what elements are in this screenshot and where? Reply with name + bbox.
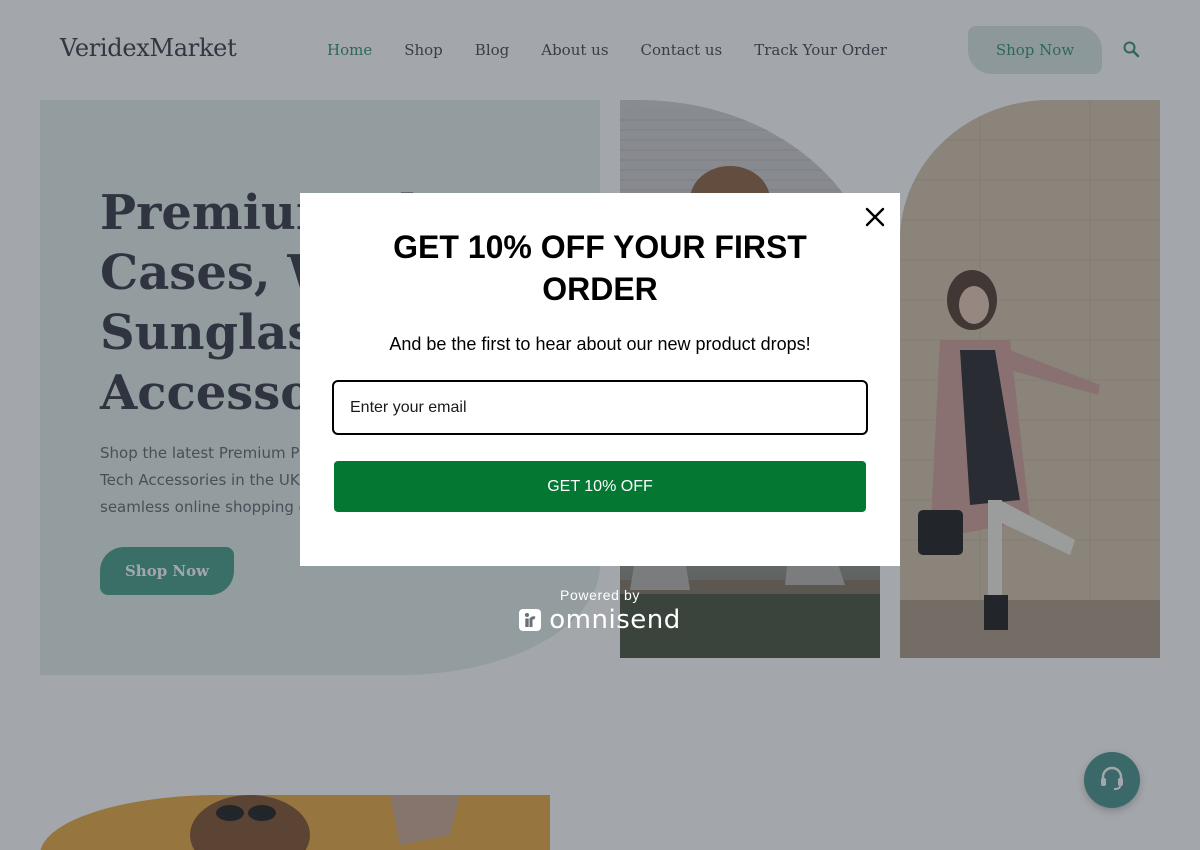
omnisend-brand[interactable]: omnisend: [500, 605, 700, 635]
email-input[interactable]: [332, 380, 868, 435]
get-discount-button[interactable]: GET 10% OFF: [334, 461, 866, 512]
popup-subtitle: And be the first to hear about our new p…: [389, 334, 811, 354]
omnisend-wordmark: omnisend: [549, 605, 681, 635]
omnisend-logo-icon: [519, 609, 542, 631]
discount-popup: GET 10% OFF YOUR FIRST ORDER And be the …: [300, 193, 900, 566]
powered-by: Powered by omnisend: [500, 587, 700, 635]
powered-by-label: Powered by: [560, 587, 640, 603]
popup-title: GET 10% OFF YOUR FIRST ORDER: [393, 229, 807, 307]
close-icon[interactable]: [863, 205, 887, 229]
